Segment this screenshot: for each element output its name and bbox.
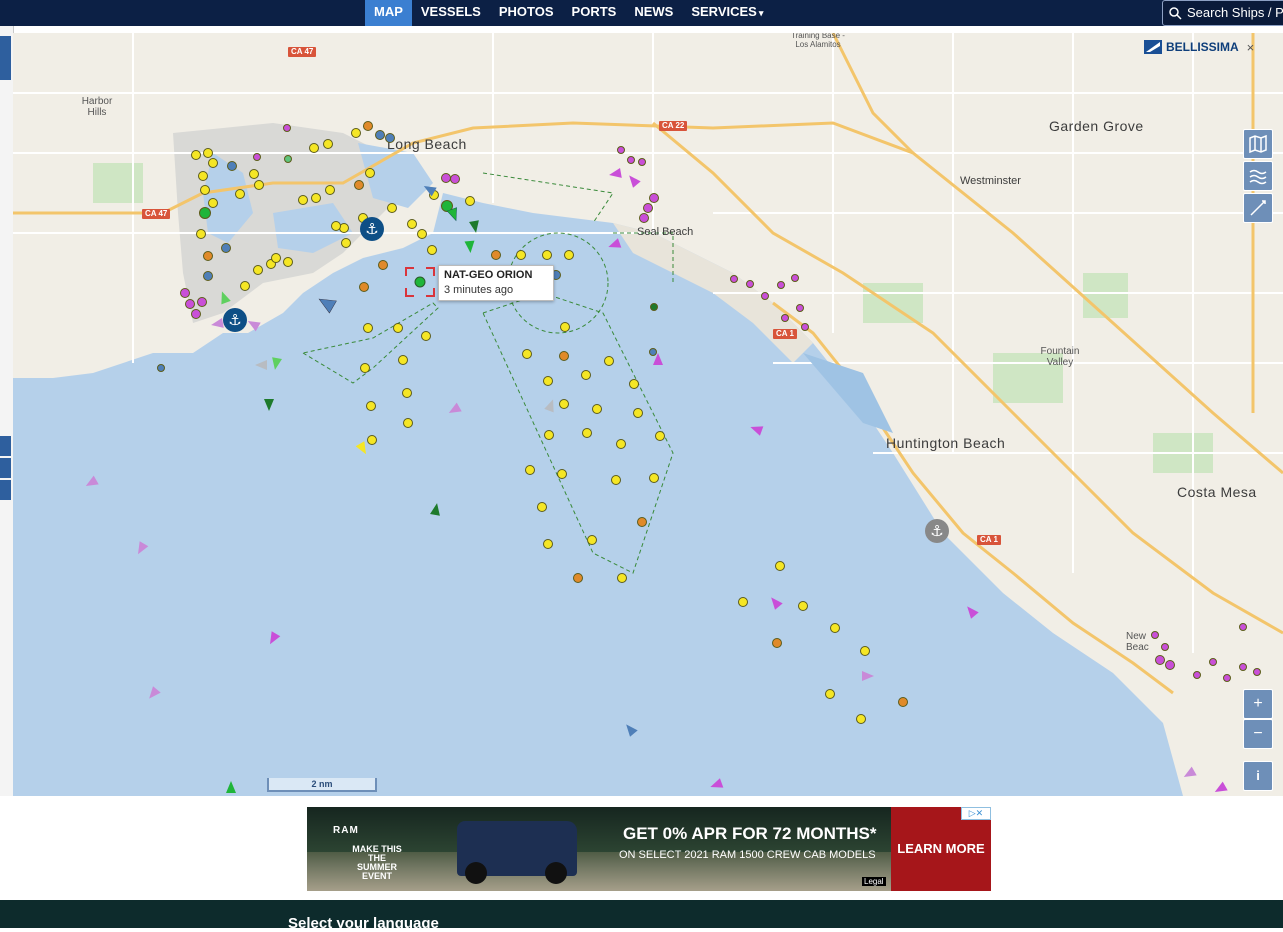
pleasure-arrow-marker[interactable] [83, 475, 99, 491]
map-layers-icon [1249, 134, 1267, 154]
vessel-arrow-marker[interactable] [316, 293, 337, 314]
featured-vessel-name: BELLISSIMA [1166, 40, 1239, 54]
pleasure-arrow-marker[interactable] [210, 318, 224, 330]
side-tab[interactable] [0, 480, 11, 500]
close-icon[interactable]: × [1247, 40, 1255, 55]
pleasure-arrow-marker[interactable] [767, 594, 783, 610]
pleasure-arrow-marker[interactable] [653, 353, 663, 365]
search-ships-label: Search Ships / P [1187, 5, 1283, 20]
pleasure-arrow-marker[interactable] [1181, 766, 1197, 782]
cargo-arrow-marker[interactable] [355, 441, 371, 456]
tug-arrow-marker[interactable] [226, 781, 236, 793]
underway-vessel-layer [83, 168, 1228, 796]
tug-arrow-marker[interactable] [430, 502, 442, 516]
pleasure-arrow-marker[interactable] [625, 172, 641, 188]
pleasure-arrow-marker[interactable] [749, 422, 764, 436]
zoom-out-button[interactable]: − [1243, 719, 1273, 749]
main-menu: MAP VESSELS PHOTOS PORTS NEWS SERVICES ▾ [365, 0, 772, 26]
featured-vessel-banner[interactable]: BELLISSIMA × [1144, 39, 1254, 55]
tug-arrow-marker[interactable] [264, 399, 274, 411]
selected-vessel-target[interactable] [405, 267, 435, 297]
weather-icon [1249, 169, 1267, 185]
ad-truck-image [457, 821, 577, 884]
tug-arrow-marker[interactable] [270, 357, 282, 371]
nav-services[interactable]: SERVICES ▾ [682, 0, 772, 26]
ad-brand-logo: RAM [333, 825, 359, 836]
pleasure-arrow-marker[interactable] [245, 317, 261, 332]
nav-services-label: SERVICES [691, 4, 757, 19]
pleasure-arrow-marker[interactable] [134, 541, 149, 556]
measure-button[interactable] [1243, 193, 1273, 223]
vessel-tooltip-name: NAT-GEO ORION [444, 269, 533, 281]
ad-headline: GET 0% APR FOR 72 MONTHS* [623, 824, 877, 843]
map-layers-button[interactable] [1243, 129, 1273, 159]
vessel-arrow-marker[interactable] [544, 398, 558, 413]
top-navigation-bar: MAP VESSELS PHOTOS PORTS NEWS SERVICES ▾ … [0, 0, 1283, 26]
search-ships-input[interactable]: Search Ships / P [1162, 0, 1283, 26]
nav-photos[interactable]: PHOTOS [490, 0, 563, 26]
anchorage-anchor-icon[interactable]: ⚓ [223, 308, 247, 332]
vessel-arrow-marker[interactable] [255, 360, 267, 370]
side-tab[interactable] [0, 458, 11, 478]
adchoices-icon[interactable]: ▷✕ [961, 807, 991, 820]
pleasure-arrow-marker[interactable] [709, 778, 724, 792]
tug-arrow-marker[interactable] [464, 240, 475, 254]
map-scale-bar: 2 nm [267, 778, 377, 792]
weather-button[interactable] [1243, 161, 1273, 191]
vessel-map[interactable]: Long Beach Garden Grove Westminster Seal… [13, 33, 1283, 796]
pleasure-arrow-marker[interactable] [145, 686, 161, 702]
vessel-tooltip-time: 3 minutes ago [444, 284, 514, 296]
side-tab[interactable] [0, 436, 11, 456]
vessel-arrow-marker[interactable] [421, 182, 437, 197]
footer: Select your language [0, 900, 1283, 932]
anchorage-anchor-icon[interactable]: ⚓ [360, 217, 384, 241]
nav-ports[interactable]: PORTS [563, 0, 626, 26]
caret-down-icon: ▾ [758, 8, 764, 18]
vessel-arrow-marker[interactable] [622, 721, 638, 737]
pleasure-arrow-marker[interactable] [446, 402, 462, 418]
measure-icon [1250, 200, 1266, 216]
tug-arrow-marker[interactable] [446, 207, 461, 223]
ad-event-text: MAKE THIS THE SUMMER EVENT [352, 844, 402, 881]
pleasure-arrow-marker[interactable] [266, 631, 281, 646]
tug-arrow-marker[interactable] [217, 290, 231, 305]
pleasure-arrow-marker[interactable] [1212, 781, 1228, 796]
pleasure-arrow-marker[interactable] [607, 238, 622, 252]
anchorage-anchor-icon[interactable]: ⚓ [925, 519, 949, 543]
cruise-logo-icon [1144, 40, 1162, 54]
advertisement-banner[interactable]: RAM MAKE THIS THE SUMMER EVENT GET 0% AP… [307, 807, 991, 891]
nav-vessels[interactable]: VESSELS [412, 0, 490, 26]
zoom-in-button[interactable]: + [1243, 689, 1273, 719]
search-icon [1169, 7, 1182, 20]
left-side-panel [0, 26, 14, 796]
language-selector-heading[interactable]: Select your language [288, 915, 439, 932]
ad-legal-link[interactable]: Legal [862, 877, 886, 886]
ad-subline: ON SELECT 2021 RAM 1500 CREW CAB MODELS [619, 849, 876, 861]
side-tab[interactable] [0, 36, 11, 80]
vessel-tooltip: NAT-GEO ORION 3 minutes ago [438, 265, 554, 301]
pleasure-arrow-marker[interactable] [608, 168, 622, 180]
nav-map[interactable]: MAP [365, 0, 412, 26]
nav-news[interactable]: NEWS [625, 0, 682, 26]
info-button[interactable]: i [1243, 761, 1273, 791]
pleasure-arrow-marker[interactable] [862, 671, 874, 681]
pleasure-arrow-marker[interactable] [963, 603, 979, 619]
tug-arrow-marker[interactable] [469, 220, 481, 234]
